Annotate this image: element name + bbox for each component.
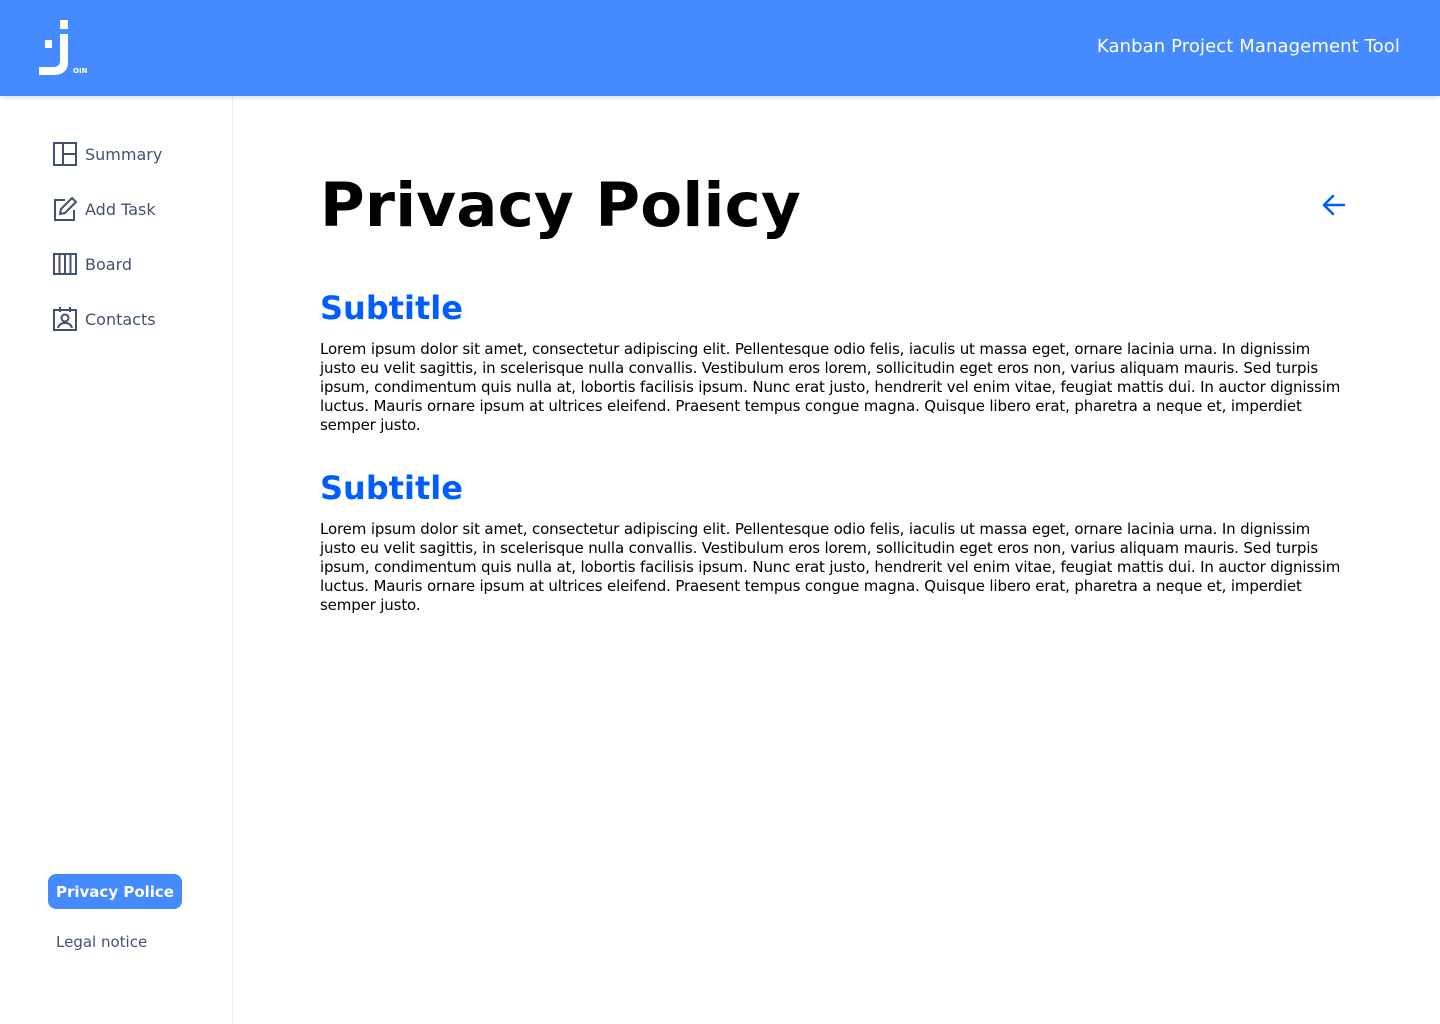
section-subtitle: Subtitle <box>320 469 463 507</box>
sidebar-item-label: Board <box>85 254 133 274</box>
sidebar-item-board[interactable]: Board <box>52 251 132 277</box>
board-icon <box>53 253 77 275</box>
legal-notice-link[interactable]: Legal notice <box>56 933 147 951</box>
sidebar: Summary Add Task Board Contacts Privacy … <box>0 96 233 1024</box>
arrow-left-icon[interactable] <box>1320 191 1348 219</box>
sidebar-item-label: Add Task <box>85 199 156 219</box>
app-header: OIN Kanban Project Management Tool <box>0 0 1440 96</box>
summary-icon <box>53 142 77 166</box>
privacy-policy-link[interactable]: Privacy Police <box>48 874 182 909</box>
app-title: Kanban Project Management Tool <box>1096 36 1400 57</box>
sidebar-item-summary[interactable]: Summary <box>52 141 162 167</box>
section-paragraph: Lorem ipsum dolor sit amet, consectetur … <box>320 520 1341 614</box>
page-title: Privacy Policy <box>320 170 801 241</box>
section-paragraph: Lorem ipsum dolor sit amet, consectetur … <box>320 340 1341 434</box>
section-subtitle: Subtitle <box>320 289 463 327</box>
sidebar-item-contacts[interactable]: Contacts <box>52 306 156 332</box>
contacts-icon <box>53 307 77 331</box>
edit-icon <box>54 197 77 221</box>
logo-text: OIN <box>73 67 88 75</box>
sidebar-item-label: Summary <box>85 144 163 164</box>
join-logo-icon[interactable]: OIN <box>36 18 88 78</box>
sidebar-item-label: Contacts <box>85 309 156 329</box>
sidebar-item-add-task[interactable]: Add Task <box>52 196 156 222</box>
